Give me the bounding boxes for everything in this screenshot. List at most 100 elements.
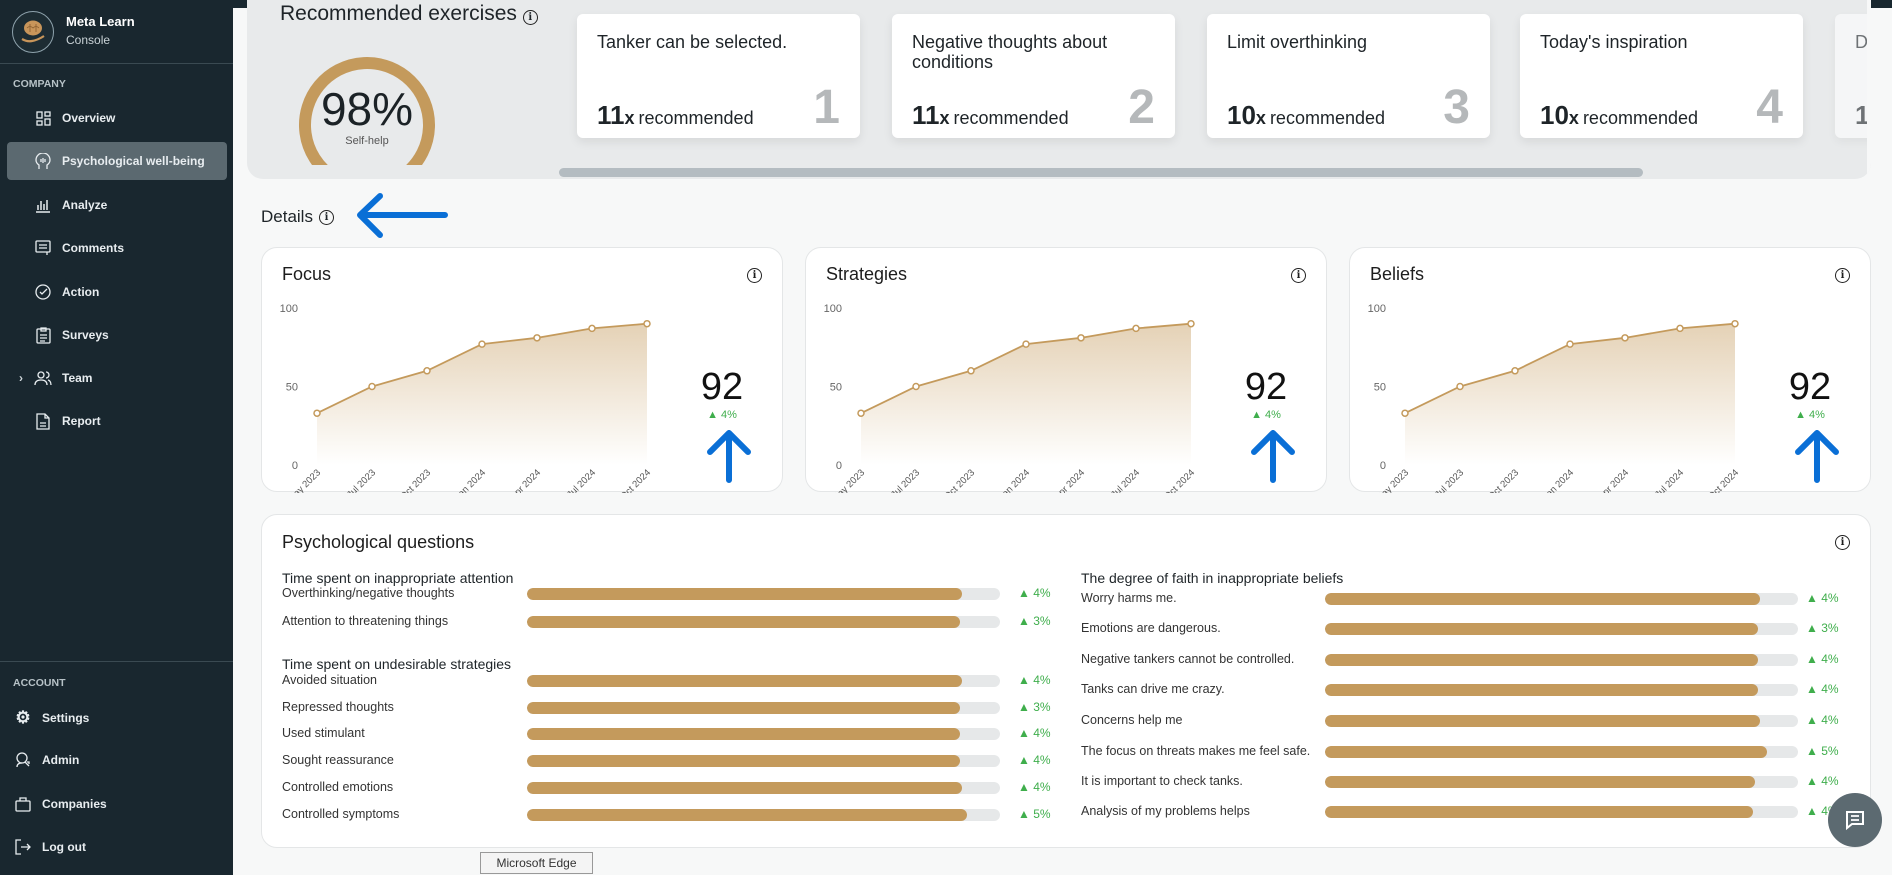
horizontal-scrollbar[interactable] — [559, 168, 1643, 177]
x-tick-label: Jan 2024 — [453, 467, 488, 493]
progress-bar — [527, 702, 1000, 714]
sidebar-item-comments[interactable]: Comments — [7, 229, 227, 267]
x-tick-label: Oct 2023 — [942, 467, 977, 493]
exercise-count: 10x recommended — [1540, 100, 1698, 131]
sidebar-item-label: Surveys — [62, 328, 109, 342]
count-x: x — [1255, 108, 1266, 128]
question-delta: ▲ 4% — [1806, 713, 1839, 727]
sidebar-item-psychological-well-being[interactable]: Psychological well-being — [7, 142, 227, 180]
progress-bar — [1325, 746, 1798, 758]
sidebar: Meta Learn Console COMPANY Overview Psyc… — [0, 0, 233, 875]
progress-fill — [527, 588, 963, 600]
annotation-arrow-up-icon — [1795, 430, 1839, 483]
check-circle-icon — [34, 283, 52, 301]
sidebar-item-overview[interactable]: Overview — [7, 99, 227, 137]
data-point — [1077, 334, 1085, 342]
progress-fill — [1325, 715, 1761, 727]
app-subtitle: Console — [66, 33, 111, 47]
count-x: x — [939, 108, 950, 128]
question-label: Worry harms me. — [1081, 591, 1177, 605]
question-delta: ▲ 4% — [1018, 673, 1051, 687]
data-point — [1401, 409, 1409, 417]
sidebar-item-companies[interactable]: Companies — [7, 785, 227, 823]
sidebar-item-label: Comments — [62, 241, 125, 255]
progress-fill — [1325, 654, 1758, 666]
count-suffix: recommended — [953, 108, 1069, 128]
question-delta: ▲ 4% — [1018, 780, 1051, 794]
y-tick-label: 100 — [280, 303, 298, 315]
question-delta: ▲ 4% — [1806, 591, 1839, 605]
sidebar-divider — [0, 661, 233, 662]
sidebar-item-settings[interactable]: ⚙ Settings — [7, 699, 227, 737]
data-point — [1022, 340, 1030, 348]
sidebar-item-admin[interactable]: Admin — [7, 741, 227, 779]
info-icon[interactable]: i — [318, 209, 334, 225]
logout-icon — [14, 838, 32, 856]
count-value: 11 — [912, 100, 940, 130]
users-icon — [34, 369, 52, 387]
x-tick-label: Oct 2023 — [1486, 467, 1521, 493]
data-point — [643, 319, 651, 328]
psychological-questions-card: Psychological questions i Time spent on … — [261, 514, 1871, 848]
brain-logo-icon[interactable] — [12, 11, 54, 53]
y-tick-label: 50 — [286, 382, 298, 394]
exercise-card[interactable]: Negative thoughts about conditions 11x rec… — [892, 14, 1175, 138]
count-value: 10 — [1227, 100, 1256, 130]
progress-bar — [527, 675, 1000, 687]
details-title: Details — [261, 207, 313, 226]
x-tick-label: Apr 2024 — [1596, 467, 1631, 493]
exercise-card[interactable]: Limit overthinking 10x recommended 3 — [1207, 14, 1490, 138]
chevron-right-icon[interactable]: › — [19, 371, 23, 385]
progress-bar — [527, 728, 1000, 740]
exercise-card[interactable]: Tanker can be selected. 11x recommended 1 — [577, 14, 860, 138]
sidebar-item-action[interactable]: Action — [7, 273, 227, 311]
x-tick-label: Jul 2024 — [1653, 467, 1686, 493]
count-value: 11 — [597, 100, 625, 130]
x-tick-label: Jan 2024 — [997, 467, 1032, 493]
comment-icon — [34, 239, 52, 257]
question-delta: ▲ 4% — [1018, 753, 1051, 767]
score-value: 92 — [1788, 366, 1832, 408]
sidebar-item-analyze[interactable]: Analyze — [7, 186, 227, 224]
x-tick-label: Oct 2024 — [1706, 467, 1741, 493]
question-label: Avoided situation — [282, 673, 377, 687]
exercise-title: Negative thoughts about conditions — [912, 32, 1108, 72]
sidebar-item-label: Report — [62, 414, 101, 428]
x-tick-label: Jul 2023 — [345, 467, 378, 493]
x-tick-label: Oct 2024 — [618, 467, 653, 493]
y-tick-label: 0 — [1380, 460, 1386, 472]
y-tick-label: 0 — [836, 460, 842, 472]
annotation-arrow-up-icon — [1251, 430, 1295, 483]
x-tick-label: Jul 2024 — [565, 467, 598, 493]
sidebar-item-log-out[interactable]: Log out — [7, 828, 227, 866]
exercise-rank: 2 — [1128, 81, 1155, 134]
sidebar-item-label: Action — [62, 285, 100, 299]
data-point — [588, 324, 596, 333]
exercise-rank: 4 — [1756, 81, 1783, 134]
count-suffix: recommended — [1582, 108, 1698, 128]
data-point — [1676, 324, 1684, 333]
question-label: Sought reassurance — [282, 753, 394, 767]
data-point — [533, 334, 541, 342]
info-icon[interactable]: i — [1835, 535, 1850, 550]
exercise-title: Tanker can be selected. — [597, 32, 788, 52]
x-tick-label: Apr 2024 — [508, 467, 543, 493]
group-title: Time spent on inappropriate attention — [282, 570, 514, 586]
chat-button[interactable] — [1828, 793, 1882, 847]
exercise-count: 11x recommended — [597, 100, 754, 131]
x-tick-label: Apr 2024 — [1052, 467, 1087, 493]
score-value: 92 — [700, 366, 744, 408]
sidebar-item-surveys[interactable]: Surveys — [7, 316, 227, 354]
account-section-label: ACCOUNT — [13, 677, 66, 689]
progress-bar — [1325, 623, 1798, 635]
admin-icon — [14, 751, 32, 769]
exercise-card[interactable]: D1 — [1835, 14, 1871, 138]
data-point — [912, 382, 920, 391]
progress-fill — [1325, 746, 1768, 758]
progress-bar — [527, 809, 1000, 821]
sidebar-item-report[interactable]: Report — [7, 402, 227, 440]
sidebar-item-team[interactable]: › Team — [7, 359, 227, 397]
exercise-card[interactable]: Today's inspiration 10x recommended 4 — [1520, 14, 1803, 138]
gauge-label: Self-help — [345, 135, 389, 147]
info-icon[interactable]: i — [522, 10, 538, 25]
